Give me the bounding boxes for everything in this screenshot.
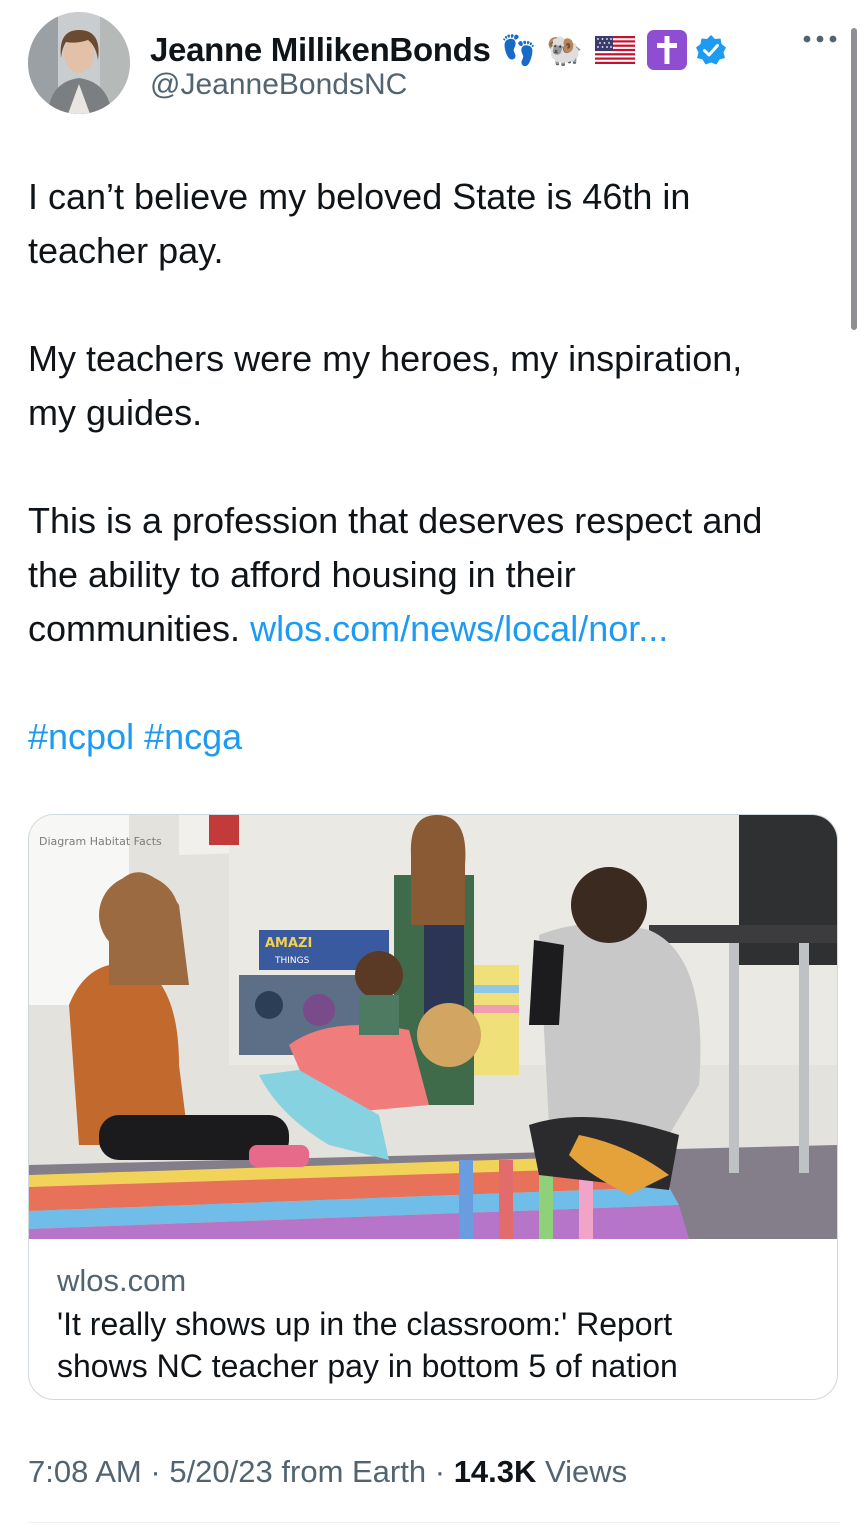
author-avatar[interactable] [28, 12, 130, 114]
whiteboard-text: Diagram Habitat Facts [39, 835, 162, 848]
ram-icon: 🐏 [546, 32, 583, 67]
latin-cross-icon [646, 30, 687, 70]
author-handle[interactable]: @JeanneBondsNC [150, 68, 407, 102]
tweet-line: the ability to afford housing in their [28, 554, 576, 595]
us-flag-icon [594, 36, 635, 64]
divider [28, 1522, 840, 1523]
article-link[interactable]: wlos.com/news/local/nor... [250, 608, 668, 649]
tweet-line: This is a profession that deserves respe… [28, 500, 763, 541]
hashtags: #ncpol #ncga [28, 710, 840, 764]
tweet-line: My teachers were my heroes, my inspirati… [28, 338, 743, 379]
card-title-line: shows NC teacher pay in bottom 5 of nati… [57, 1348, 678, 1384]
article-preview-image[interactable]: Diagram Habitat Facts AMAZI THINGS [29, 815, 837, 1239]
footprints-icon: 👣 [500, 32, 537, 67]
author-name-row[interactable]: Jeanne MillikenBonds 👣 🐏 [150, 30, 727, 70]
tweet-line: my guides. [28, 392, 203, 433]
hashtag-ncga[interactable]: #ncga [144, 716, 242, 757]
verified-badge-icon[interactable] [695, 34, 727, 66]
tweet-source: from Earth [281, 1454, 427, 1489]
separator-dot: · [434, 1454, 446, 1489]
tweet-time[interactable]: 7:08 AM [28, 1454, 142, 1489]
card-title[interactable]: 'It really shows up in the classroom:' R… [57, 1303, 817, 1387]
views-count[interactable]: 14.3K [454, 1454, 537, 1489]
card-title-line: 'It really shows up in the classroom:' R… [57, 1306, 673, 1342]
tweet-metadata: 7:08 AM · 5/20/23 from Earth · 14.3K Vie… [28, 1454, 627, 1490]
tweet-line: I can’t believe my beloved State is 46th… [28, 176, 691, 217]
tweet-header: Jeanne MillikenBonds 👣 🐏 @JeanneBondsNC [28, 12, 840, 114]
link-preview-card[interactable]: Diagram Habitat Facts AMAZI THINGS wlos.… [28, 814, 838, 1400]
banner-text: THINGS [274, 956, 310, 966]
banner-text: AMAZI [265, 936, 312, 951]
author-display-name[interactable]: Jeanne MillikenBonds [150, 31, 491, 69]
tweet-line-with-link: communities. wlos.com/news/local/nor... [28, 602, 840, 656]
views-label[interactable]: Views [545, 1454, 627, 1489]
tweet-text: I can’t believe my beloved State is 46th… [28, 170, 840, 764]
separator-dot: · [150, 1454, 161, 1489]
tweet-line-text: communities. [28, 608, 241, 649]
tweet-date[interactable]: 5/20/23 [169, 1454, 272, 1489]
tweet-line: teacher pay. [28, 230, 224, 271]
more-options-icon[interactable] [800, 32, 840, 46]
card-domain: wlos.com [57, 1263, 187, 1298]
scrollbar[interactable] [851, 28, 857, 330]
hashtag-ncpol[interactable]: #ncpol [28, 716, 134, 757]
